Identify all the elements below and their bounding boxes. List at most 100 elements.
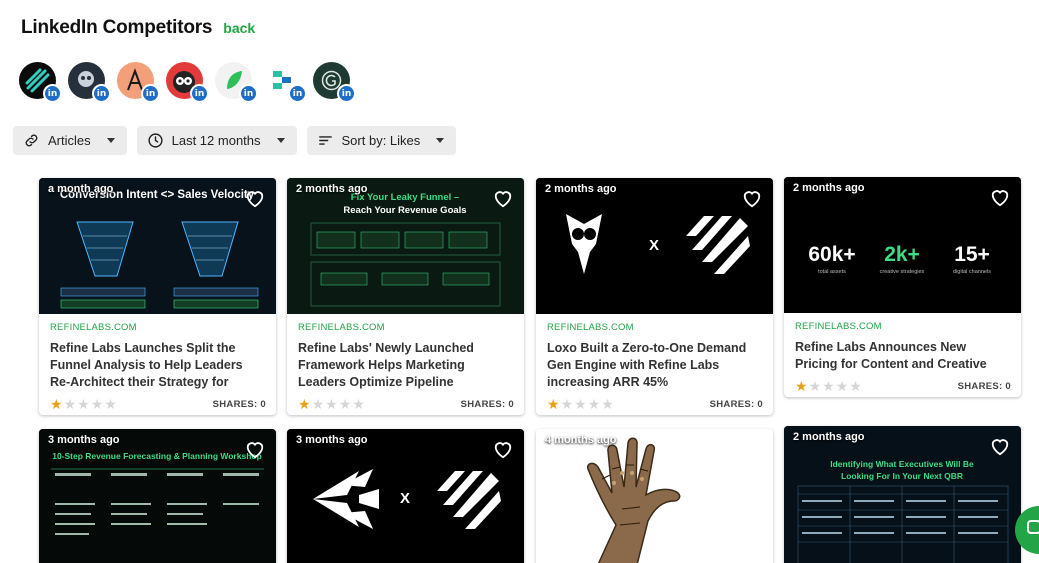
thumbnail-graphic: Identifying What Executives Will Be Look… [784,426,1021,563]
article-body: REFINELABS.COM Refine Labs' Newly Launch… [287,314,524,415]
linkedin-badge-icon: in [288,84,307,103]
stat-label: creative strategies [880,269,925,275]
filter-bar: Articles Last 12 months Sort by: Likes [13,126,457,155]
like-heart-icon[interactable] [492,188,514,208]
sort-dropdown[interactable]: Sort by: Likes [306,126,457,155]
like-heart-icon[interactable] [492,439,514,459]
stat-label: digital channels [953,269,991,275]
star-icon: ★ [601,396,614,412]
article-card[interactable]: Fix Your Leaky Funnel – Reach Your Reven… [287,178,524,415]
article-domain: REFINELABS.COM [795,321,882,332]
chat-icon [1027,520,1039,534]
post-date: 3 months ago [48,434,120,446]
competitor-avatar-1[interactable]: in [19,62,62,103]
thumb-heading: Identifying What Executives Will Be [830,459,974,469]
article-thumbnail: X 3 months ago [287,429,524,563]
time-period-label: Last 12 months [171,133,261,148]
article-body: REFINELABS.COM Loxo Built a Zero-to-One … [536,314,773,415]
star-icon: ★ [560,396,574,412]
article-domain: REFINELABS.COM [547,322,634,333]
star-icon: ★ [90,396,104,412]
thumbnail-graphic: X [287,429,524,563]
like-heart-icon[interactable] [741,188,763,208]
competitor-avatar-5[interactable]: in [215,62,258,103]
post-date: 2 months ago [296,183,368,195]
linkedin-badge-icon: in [43,84,62,103]
article-title[interactable]: Refine Labs' Newly Launched Framework He… [298,340,514,391]
competitor-avatars: in in in in in in in [19,62,356,103]
star-icon: ★ [63,396,77,412]
competitor-avatar-4[interactable]: in [166,62,209,103]
star-icon: ★ [352,396,365,412]
competitor-avatar-3[interactable]: in [117,62,160,103]
chevron-down-icon [106,138,115,143]
back-link[interactable]: back [223,20,255,36]
thumbnail-graphic: Fix Your Leaky Funnel – Reach Your Reven… [287,178,524,314]
star-icon: ★ [77,396,90,412]
like-heart-icon[interactable] [244,439,266,459]
article-thumbnail: 4 months ago [536,429,773,563]
article-title[interactable]: Refine Labs Launches Split the Funnel An… [50,340,266,391]
star-icon: ★ [325,396,338,412]
linkedin-badge-icon: in [337,84,356,103]
article-thumbnail: Fix Your Leaky Funnel – Reach Your Reven… [287,178,524,314]
article-title[interactable]: Refine Labs Announces New Pricing for Co… [795,339,1011,373]
thumb-heading: 10-Step Revenue Forecasting & Planning W… [52,451,262,461]
competitor-avatar-6[interactable]: in [264,62,307,103]
page-header: LinkedIn Competitors back [21,17,255,39]
star-icon: ★ [849,378,862,394]
article-card[interactable]: 60k+ total assets 2k+ creative strategie… [784,177,1021,397]
article-thumbnail: 60k+ total assets 2k+ creative strategie… [784,177,1021,313]
content-type-dropdown[interactable]: Articles [13,126,127,155]
linkedin-badge-icon: in [141,84,160,103]
star-icon: ★ [311,396,325,412]
competitor-avatar-7[interactable]: in [313,62,356,103]
article-thumbnail: Identifying What Executives Will Be Look… [784,426,1021,563]
like-heart-icon[interactable] [989,436,1011,456]
shares-count: SHARES: 0 [709,398,763,410]
post-date: 2 months ago [793,431,865,443]
like-heart-icon[interactable] [244,188,266,208]
post-date: 2 months ago [793,182,865,194]
clock-icon [148,133,163,148]
article-card[interactable]: X 3 months ago [287,429,524,563]
rating-stars: ★ ★ ★ ★ ★ [547,397,614,411]
article-card[interactable]: Conversion Intent <> Sales Velocity a mo… [39,178,276,415]
star-icon: ★ [104,396,117,412]
post-date: a month ago [48,183,114,195]
article-card[interactable]: X 2 months ago REFINELABS.COM Loxo Built… [536,178,773,415]
sort-icon [318,136,332,145]
thumbnail-graphic: 60k+ total assets 2k+ creative strategie… [784,177,1021,313]
shares-count: SHARES: 0 [212,398,266,410]
shares-count: SHARES: 0 [460,398,514,410]
article-thumbnail: 10-Step Revenue Forecasting & Planning W… [39,429,276,563]
thumb-subheading: Reach Your Revenue Goals [343,205,466,216]
stat-label: total assets [818,269,846,275]
post-date: 4 months ago [545,434,617,446]
article-card[interactable]: 10-Step Revenue Forecasting & Planning W… [39,429,276,563]
star-icon: ★ [587,396,601,412]
post-date: 3 months ago [296,434,368,446]
stat-value: 15+ [954,243,990,266]
article-title[interactable]: Loxo Built a Zero-to-One Demand Gen Engi… [547,340,763,391]
article-footer: ★ ★ ★ ★ ★ SHARES: 0 [298,391,514,415]
linkedin-badge-icon: in [239,84,258,103]
like-heart-icon[interactable] [989,187,1011,207]
star-icon: ★ [298,396,311,412]
thumbnail-graphic: Conversion Intent <> Sales Velocity [39,178,276,314]
star-icon: ★ [835,378,849,394]
article-card[interactable]: Identifying What Executives Will Be Look… [784,426,1021,563]
star-icon: ★ [50,396,63,412]
rating-stars: ★ ★ ★ ★ ★ [298,397,365,411]
rating-stars: ★ ★ ★ ★ ★ [50,397,117,411]
article-domain: REFINELABS.COM [298,322,385,333]
like-heart-icon[interactable] [741,439,763,459]
competitor-avatar-2[interactable]: in [68,62,111,103]
time-period-dropdown[interactable]: Last 12 months [136,126,297,155]
star-icon: ★ [822,378,835,394]
article-card[interactable]: 4 months ago [536,429,773,563]
stat-value: 60k+ [808,243,855,266]
post-date: 2 months ago [545,183,617,195]
article-body: REFINELABS.COM Refine Labs Announces New… [784,313,1021,397]
star-icon: ★ [547,396,560,412]
